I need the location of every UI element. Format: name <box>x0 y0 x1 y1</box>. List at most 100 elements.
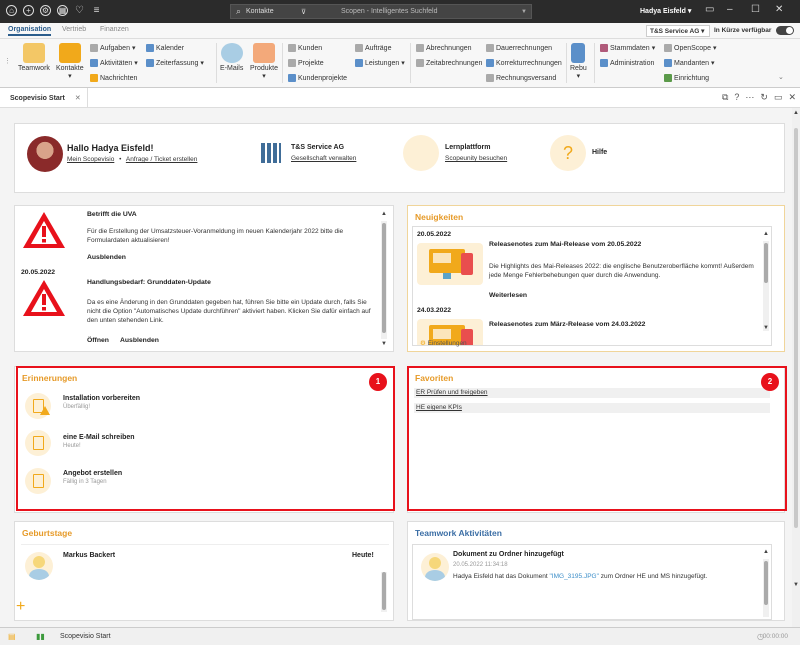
auftraege-button[interactable]: Aufträge <box>355 44 391 52</box>
email-icon <box>220 43 243 63</box>
search-field[interactable]: ⌕ Kontakte ⊽ Scopen - Intelligentes Such… <box>230 4 532 19</box>
mandanten-button[interactable]: Mandanten ▾ <box>664 59 715 67</box>
help-item[interactable]: ? Hilfe <box>550 135 640 175</box>
ribbon: ⋮ Teamwork Kontakte ▾ Aufgaben ▾ Kalender… <box>0 39 800 88</box>
tab-vertrieb[interactable]: Vertrieb <box>62 26 86 33</box>
open-link[interactable]: Öffnen <box>87 337 109 344</box>
help-icon[interactable]: ? <box>734 92 739 103</box>
alerts-scrollbar[interactable] <box>381 221 387 339</box>
customer-projects-icon <box>288 74 296 82</box>
minimize-icon[interactable]: – <box>727 4 733 15</box>
rechnungsversand-button[interactable]: Rechnungsversand <box>486 74 556 82</box>
read-more-link[interactable]: Weiterlesen <box>489 292 527 299</box>
aufgaben-button[interactable]: Aufgaben ▾ <box>90 44 136 52</box>
page-scrollbar[interactable] <box>792 108 800 627</box>
learning-icon <box>403 135 439 171</box>
ribbon-collapse-handle[interactable]: ⋮ <box>4 57 11 65</box>
scroll-down-icon[interactable]: ▼ <box>763 325 769 331</box>
ribbon-separator <box>216 43 217 83</box>
user-menu[interactable]: Hadya Eisfeld ▾ <box>640 7 691 15</box>
tab-organisation[interactable]: Organisation <box>8 26 52 36</box>
setup-icon <box>664 74 672 82</box>
ribbon-expand-icon[interactable]: ⌄ <box>778 73 784 81</box>
company-select[interactable]: T&S Service AG ▾ <box>646 25 710 37</box>
add-widget-icon[interactable]: + <box>16 599 25 615</box>
hide-alert-link[interactable]: Ausblenden <box>87 254 126 261</box>
lightbulb-icon[interactable]: ♡ <box>74 5 85 16</box>
add-icon[interactable]: + <box>23 5 34 16</box>
menu-icon[interactable]: ≡ <box>91 5 102 16</box>
scroll-down-icon[interactable]: ▼ <box>381 341 387 347</box>
create-ticket-link[interactable]: Anfrage / Ticket erstellen <box>126 156 198 163</box>
abrechnungen-button[interactable]: Abrechnungen <box>416 44 472 52</box>
news-item-title[interactable]: Releasenotes zum März-Release vom 24.03.… <box>489 321 645 328</box>
search-scope[interactable]: Kontakte <box>246 8 301 15</box>
maximize-icon[interactable]: ☐ <box>751 4 760 15</box>
kunden-button[interactable]: Kunden <box>288 44 322 52</box>
company-item[interactable]: T&S Service AG Gesellschaft verwalten <box>253 135 403 175</box>
hide-link[interactable]: Ausblenden <box>120 337 159 344</box>
document-link[interactable]: "IMG_3195.JPG" <box>549 573 598 580</box>
copy-icon[interactable]: ⧉ <box>722 92 728 103</box>
news-date: 20.05.2022 <box>417 231 452 238</box>
close-icon[interactable]: ✕ <box>788 92 796 103</box>
orders-icon <box>355 44 363 52</box>
kontakte-button[interactable]: Kontakte ▾ <box>56 43 84 80</box>
scroll-up-icon[interactable]: ▲ <box>763 549 769 555</box>
my-scopevisio-link[interactable]: Mein Scopevisio <box>67 156 114 163</box>
birthdays-scrollbar[interactable] <box>381 572 387 612</box>
einrichtung-button[interactable]: Einrichtung <box>664 74 709 82</box>
kundenprojekte-button[interactable]: Kundenprojekte <box>288 74 347 82</box>
nachrichten-button[interactable]: Nachrichten <box>90 74 137 82</box>
openscope-button[interactable]: OpenScope ▾ <box>664 44 717 52</box>
teamwork-card: Teamwork Aktivitäten Dokument zu Ordner … <box>407 521 785 621</box>
home-icon[interactable]: ⌂ <box>6 5 17 16</box>
teamwork-button[interactable]: Teamwork <box>18 43 50 72</box>
news-item-title[interactable]: Releasenotes zum Mai-Release vom 20.05.2… <box>489 241 641 248</box>
more-icon[interactable]: ⋯ <box>745 92 754 103</box>
page-scroll-down-icon[interactable]: ▼ <box>793 582 799 588</box>
scroll-up-icon[interactable]: ▲ <box>763 231 769 237</box>
greeting: Hallo Hadya Eisfeld! <box>67 143 154 153</box>
leistungen-button[interactable]: Leistungen ▾ <box>355 59 405 67</box>
activity-scrollbar[interactable] <box>763 559 769 617</box>
chevron-down-icon[interactable]: ▼ <box>517 9 531 15</box>
aktivitaeten-button[interactable]: Aktivitäten ▾ <box>90 59 138 67</box>
filter-icon[interactable]: ⊽ <box>301 8 311 16</box>
close-window-icon[interactable]: ✕ <box>775 4 783 15</box>
stammdaten-button[interactable]: Stammdaten ▾ <box>600 44 655 52</box>
settings-icon[interactable]: ⚙ <box>40 5 51 16</box>
projekte-button[interactable]: Projekte <box>288 59 324 67</box>
close-tab-icon[interactable]: ✕ <box>75 95 81 102</box>
zeitabrechnungen-button[interactable]: Zeitabrechnungen <box>416 59 482 67</box>
tab-finanzen[interactable]: Finanzen <box>100 26 129 33</box>
produkte-button[interactable]: Produkte ▾ <box>250 43 278 80</box>
tab-scopevisio-start[interactable]: Scopevisio Start ✕ <box>4 88 88 108</box>
alert-text: Da es eine Änderung in den Grunddaten ge… <box>87 299 371 324</box>
dauerrechnungen-button[interactable]: Dauerrechnungen <box>486 44 552 52</box>
refresh-icon[interactable]: ↻ <box>760 92 768 103</box>
korrekturrechnungen-button[interactable]: Korrekturrechnungen <box>486 59 562 67</box>
learning-item[interactable]: Lernplattform Scopeunity besuchen <box>403 135 543 175</box>
notes-icon[interactable]: ▤ <box>8 632 16 641</box>
manage-company-link[interactable]: Gesellschaft verwalten <box>291 155 356 162</box>
administration-button[interactable]: Administration <box>600 59 654 67</box>
rebu-button[interactable]: Rebu ▾ <box>570 43 587 80</box>
page-scroll-up-icon[interactable]: ▲ <box>793 110 799 116</box>
settings-link[interactable]: ⚙ Einstellungen <box>420 339 467 347</box>
restore-icon[interactable]: ▭ <box>705 4 714 15</box>
search-icon: ⌕ <box>235 6 242 16</box>
search-input[interactable]: Scopen - Intelligentes Suchfeld <box>311 8 517 15</box>
birthday-name[interactable]: Markus Backert <box>63 552 115 559</box>
panel-icon[interactable]: ▭ <box>774 92 783 103</box>
news-title: Neuigkeiten <box>415 212 464 222</box>
availability-toggle[interactable] <box>776 26 794 35</box>
emails-button[interactable]: E-Mails <box>220 43 243 72</box>
kalender-button[interactable]: Kalender <box>146 44 184 52</box>
scroll-up-icon[interactable]: ▲ <box>381 211 387 217</box>
news-scrollbar[interactable] <box>763 241 769 331</box>
calendar-icon[interactable]: ▦ <box>57 5 68 16</box>
scopeunity-link[interactable]: Scopeunity besuchen <box>445 155 507 162</box>
activities-icon <box>90 59 98 67</box>
zeiterfassung-button[interactable]: Zeiterfassung ▾ <box>146 59 204 67</box>
